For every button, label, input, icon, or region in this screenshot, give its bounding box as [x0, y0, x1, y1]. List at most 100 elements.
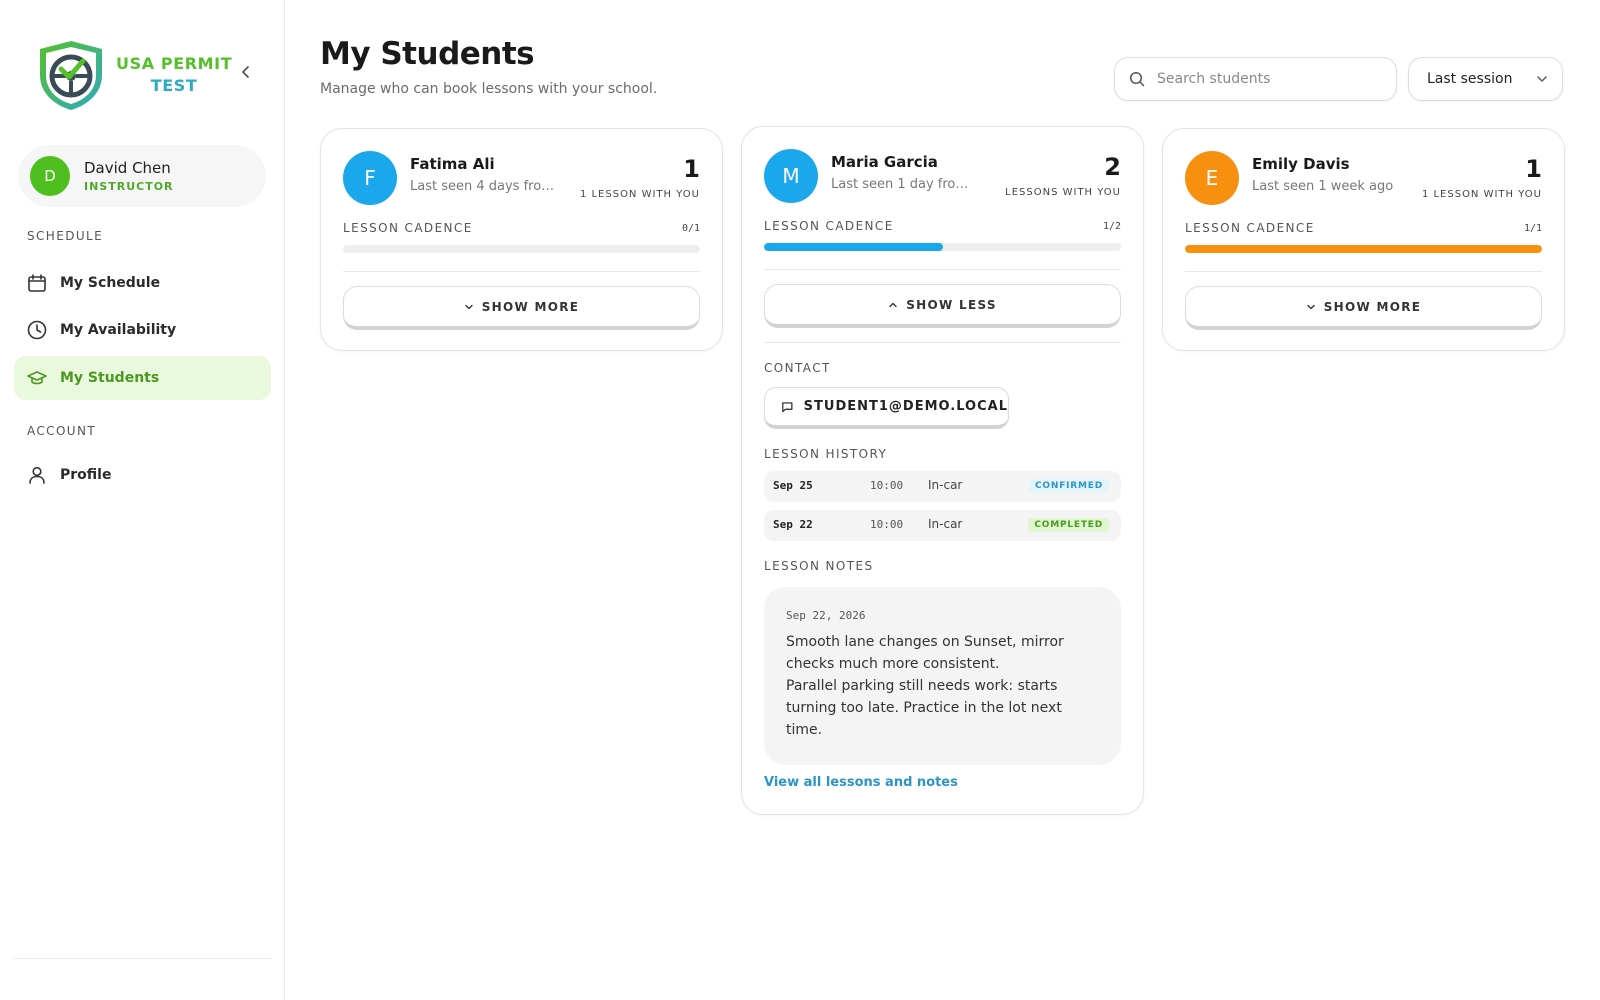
show-less-label: SHOW LESS [906, 297, 997, 312]
student-last-seen: Last seen 4 days from now [410, 179, 560, 194]
divider [764, 342, 1121, 343]
cadence-bar-fill [764, 243, 943, 251]
user-card[interactable]: D David Chen INSTRUCTOR [18, 145, 266, 207]
search-icon [1129, 71, 1145, 87]
contact-section-label: CONTACT [764, 361, 831, 375]
sidebar-item-label: My Availability [60, 322, 177, 338]
avatar: M [764, 149, 818, 203]
cadence-bar-fill [1185, 245, 1542, 253]
lesson-count-label: LESSONS WITH YOU [1005, 187, 1121, 198]
view-all-lessons-link[interactable]: View all lessons and notes [764, 775, 1121, 790]
lesson-count: 2 [1104, 153, 1121, 181]
lesson-time: 10:00 [870, 518, 904, 531]
cadence-value: 1/1 [1523, 223, 1542, 234]
note-text: Smooth lane changes on Sunset, mirror ch… [786, 634, 1064, 738]
lesson-note: Sep 22, 2026 Smooth lane changes on Suns… [764, 587, 1121, 765]
cadence-row: LESSON CADENCE 1/1 [1185, 219, 1542, 243]
student-email: STUDENT1@DEMO.LOCAL [803, 399, 1008, 414]
student-card-header: F Fatima Ali Last seen 4 days from now 1… [321, 129, 722, 219]
lesson-kind: In-car [928, 478, 963, 492]
chevron-down-icon [1537, 76, 1547, 82]
clock-icon [27, 320, 47, 340]
message-icon [782, 401, 793, 412]
student-card: E Emily Davis Last seen 1 week ago 1 1 L… [1162, 128, 1565, 351]
sidebar-item-my-schedule[interactable]: My Schedule [14, 261, 271, 305]
chevron-up-icon [889, 302, 897, 307]
sidebar-item-my-availability[interactable]: My Availability [14, 308, 271, 352]
page-subtitle: Manage who can book lessons with your sc… [320, 81, 658, 97]
sidebar-divider [14, 958, 271, 959]
cadence-label: LESSON CADENCE [764, 219, 894, 233]
collapse-sidebar-icon[interactable] [238, 64, 254, 80]
student-last-seen: Last seen 1 week ago [1252, 179, 1394, 194]
search-input[interactable] [1157, 71, 1377, 87]
page-title: My Students [320, 36, 535, 72]
graduation-cap-icon [27, 371, 47, 385]
sidebar-item-label: Profile [60, 467, 112, 483]
show-more-button[interactable]: SHOW MORE [343, 286, 700, 330]
divider [1185, 271, 1542, 272]
cadence-value: 1/2 [1102, 221, 1121, 232]
avatar: D [30, 156, 70, 196]
sidebar-item-my-students[interactable]: My Students [14, 356, 271, 400]
lesson-count: 1 [1525, 155, 1542, 183]
sort-select[interactable]: Last session [1408, 57, 1563, 101]
lesson-date: Sep 25 [773, 479, 813, 492]
student-card: M Maria Garcia Last seen 1 day from now … [741, 126, 1144, 815]
card-footer-space [321, 330, 722, 350]
show-more-label: SHOW MORE [1323, 299, 1422, 314]
user-name: David Chen [84, 159, 171, 177]
sort-value: Last session [1427, 71, 1513, 87]
show-more-button[interactable]: SHOW MORE [1185, 286, 1542, 330]
student-name: Fatima Ali [410, 155, 495, 173]
status-badge: CONFIRMED [1029, 479, 1109, 493]
student-last-seen: Last seen 1 day from now [831, 177, 981, 192]
status-badge: COMPLETED [1028, 518, 1109, 532]
lesson-count-label: 1 LESSON WITH YOU [1421, 189, 1542, 200]
divider [764, 269, 1121, 270]
cadence-label: LESSON CADENCE [343, 221, 473, 235]
account-section-label: ACCOUNT [27, 424, 97, 438]
brand[interactable]: USA PERMIT TEST [36, 39, 232, 111]
brand-line1: USA PERMIT [116, 54, 233, 73]
show-more-label: SHOW MORE [481, 299, 580, 314]
avatar: E [1185, 151, 1239, 205]
cadence-bar [343, 245, 700, 253]
student-card: F Fatima Ali Last seen 4 days from now 1… [320, 128, 723, 351]
sidebar-item-label: My Students [60, 370, 160, 386]
brand-line2: TEST [150, 76, 198, 95]
lesson-history-row[interactable]: Sep 25 10:00 In-car CONFIRMED [764, 471, 1121, 502]
sidebar: USA PERMIT TEST D David Chen INSTRUCTOR … [0, 0, 285, 1000]
lesson-count-label: 1 LESSON WITH YOU [579, 189, 700, 200]
schedule-section-label: SCHEDULE [27, 229, 104, 243]
student-card-header: M Maria Garcia Last seen 1 day from now … [742, 127, 1143, 217]
lesson-count: 1 [683, 155, 700, 183]
chevron-down-icon [465, 304, 473, 309]
cadence-row: LESSON CADENCE 1/2 [764, 217, 1121, 241]
chevron-down-icon [1307, 304, 1315, 309]
cadence-value: 0/1 [681, 223, 700, 234]
card-footer-space [742, 790, 1143, 814]
lesson-history-row[interactable]: Sep 22 10:00 In-car COMPLETED [764, 510, 1121, 541]
student-card-header: E Emily Davis Last seen 1 week ago 1 1 L… [1163, 129, 1564, 219]
sidebar-item-profile[interactable]: Profile [14, 453, 271, 497]
calendar-icon [28, 274, 46, 292]
divider [343, 271, 700, 272]
lesson-date: Sep 22 [773, 518, 813, 531]
cadence-bar [764, 243, 1121, 251]
lesson-notes-label: LESSON NOTES [764, 559, 874, 573]
user-meta: David Chen INSTRUCTOR [84, 159, 174, 193]
logo-shield-icon [40, 41, 102, 110]
lesson-history-label: LESSON HISTORY [764, 447, 888, 461]
show-less-button[interactable]: SHOW LESS [764, 284, 1121, 328]
card-footer-space [1163, 330, 1564, 350]
cadence-row: LESSON CADENCE 0/1 [343, 219, 700, 243]
email-contact-button[interactable]: STUDENT1@DEMO.LOCAL [764, 387, 1009, 429]
search-box[interactable] [1114, 57, 1397, 101]
lesson-time: 10:00 [870, 479, 904, 492]
user-role: INSTRUCTOR [84, 180, 174, 193]
student-name: Maria Garcia [831, 153, 938, 171]
lesson-kind: In-car [928, 517, 963, 531]
person-icon [29, 466, 45, 484]
sidebar-item-label: My Schedule [60, 275, 161, 291]
